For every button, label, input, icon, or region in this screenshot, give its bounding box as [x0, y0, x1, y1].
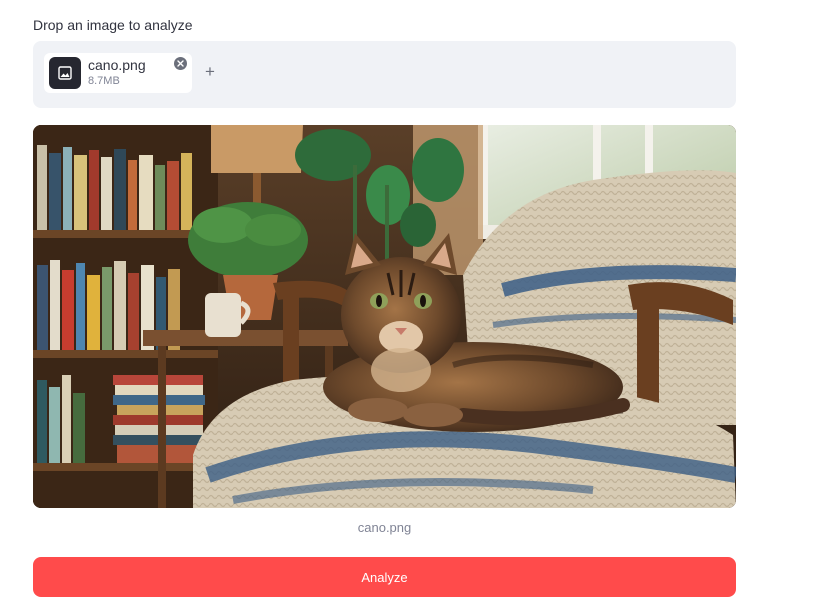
file-dropzone[interactable]: cano.png 8.7MB +: [33, 41, 736, 108]
image-icon: [49, 57, 81, 89]
uploaded-file-name: cano.png: [88, 57, 146, 73]
close-circle-icon[interactable]: [174, 57, 187, 70]
cat-photo: [33, 125, 736, 508]
image-caption: cano.png: [357, 520, 412, 535]
analyze-button[interactable]: Analyze: [33, 557, 736, 597]
plus-icon[interactable]: +: [203, 63, 217, 81]
image-preview: [33, 125, 736, 508]
uploaded-file-size: 8.7MB: [88, 75, 120, 87]
app-root: Drop an image to analyze cano.png 8.7MB …: [0, 0, 813, 598]
uploaded-file-chip: cano.png 8.7MB: [44, 53, 192, 93]
uploader-label: Drop an image to analyze: [33, 17, 193, 33]
